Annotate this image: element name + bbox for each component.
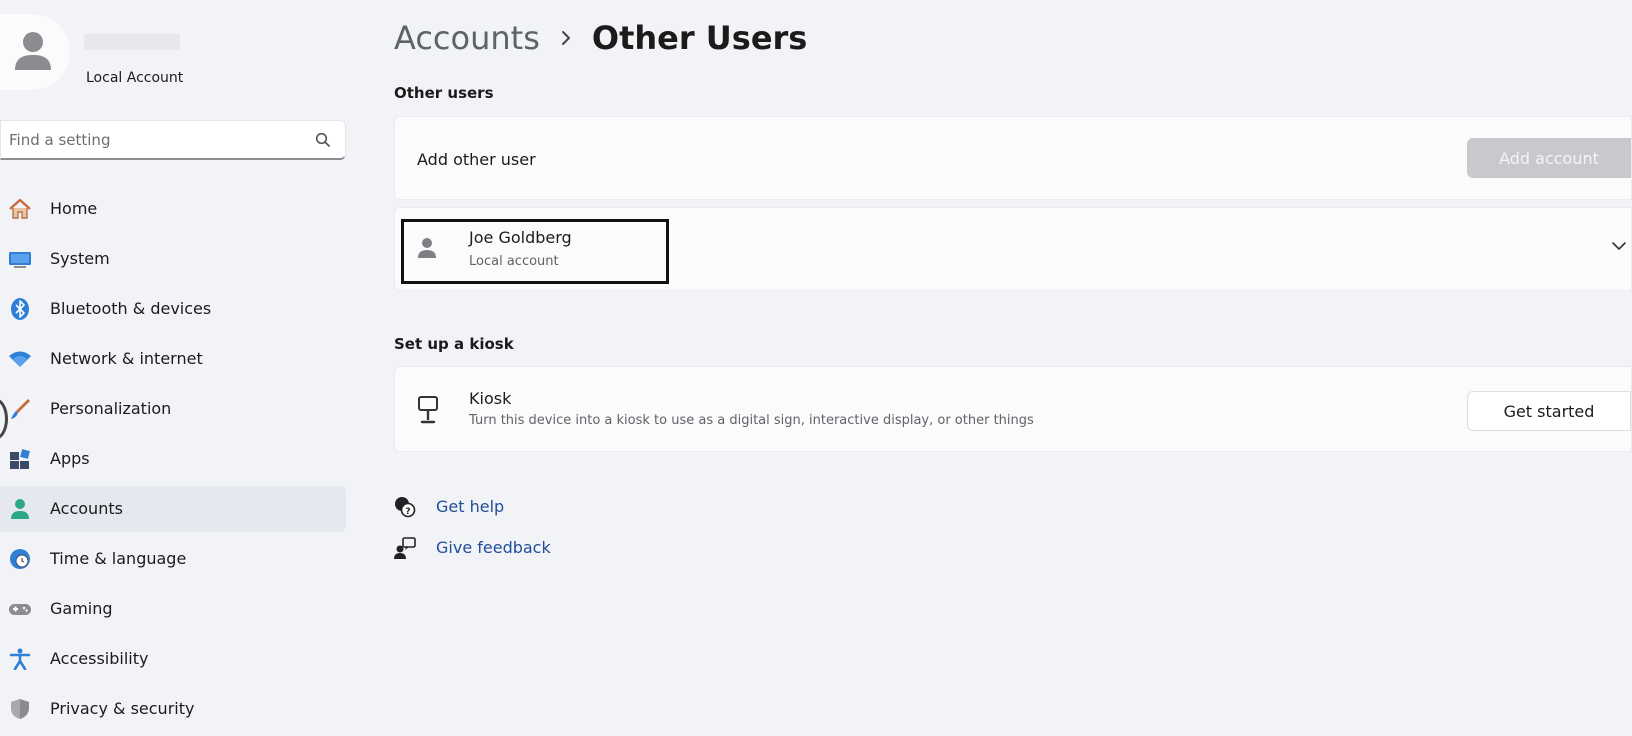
sidebar-item-network[interactable]: Network & internet [0,336,346,382]
sidebar-item-label: Apps [50,449,90,468]
kiosk-description: Turn this device into a kiosk to use as … [469,413,1034,428]
kiosk-icon [418,396,438,424]
apps-icon [10,449,30,469]
bluetooth-icon [11,298,29,320]
accounts-icon [11,499,29,519]
sidebar-item-system[interactable]: System [0,236,346,282]
add-other-user-card: Add other user Add account [394,116,1632,200]
add-account-button[interactable]: Add account [1467,138,1631,178]
add-other-user-label: Add other user [417,150,536,169]
globe-clock-icon [10,549,30,569]
give-feedback-link[interactable]: Give feedback [436,538,551,557]
sidebar-item-label: Accounts [50,499,123,518]
wifi-icon [9,351,31,367]
user-name: Joe Goldberg [469,228,572,247]
settings-window: Local Account Home [0,0,1632,736]
brush-icon [11,399,30,419]
page-title: Other Users [591,19,808,57]
user-card[interactable]: Joe Goldberg Local account [394,207,1632,291]
give-feedback-link-row[interactable]: Give feedback [394,535,654,561]
sidebar-item-accounts[interactable]: Accounts [0,486,346,532]
feedback-icon [394,537,416,559]
sidebar-item-label: System [50,249,110,268]
home-icon [9,198,31,219]
sidebar-item-label: Privacy & security [50,699,195,718]
section-title-kiosk: Set up a kiosk [394,335,514,353]
sidebar-item-label: Network & internet [50,349,203,368]
profile-account-type: Local Account [86,70,184,86]
sidebar-item-label: Time & language [50,549,187,568]
sidebar-item-privacy[interactable]: Privacy & security [0,686,346,732]
sidebar-nav: Home System Bluetooth & devices Network … [0,186,346,736]
help-icon: ? [395,497,416,518]
accessibility-icon [9,648,31,670]
sidebar-item-personalization[interactable]: Personalization [0,386,346,432]
sidebar-item-label: Accessibility [50,649,149,668]
search-box[interactable] [0,120,346,160]
chevron-right-icon [561,31,570,45]
user-account-type: Local account [469,254,559,269]
sidebar-item-accessibility[interactable]: Accessibility [0,636,346,682]
svg-text:?: ? [405,507,410,517]
get-help-link[interactable]: Get help [436,497,504,516]
kiosk-title: Kiosk [469,389,512,408]
sidebar-item-time-language[interactable]: Time & language [0,536,346,582]
profile-name-redacted [84,34,180,50]
get-help-link-row[interactable]: ? Get help [394,494,654,520]
search-input[interactable] [9,129,309,151]
system-icon [9,252,31,268]
user-avatar-icon [418,238,436,258]
chevron-down-icon[interactable] [1611,240,1627,252]
sidebar-item-label: Gaming [50,599,113,618]
sidebar-item-apps[interactable]: Apps [0,436,346,482]
sidebar-item-home[interactable]: Home [0,186,346,232]
section-title-other-users: Other users [394,84,494,102]
breadcrumb-parent[interactable]: Accounts [394,19,540,57]
breadcrumb: Accounts Other Users [394,16,807,60]
sidebar-item-label: Personalization [50,399,172,418]
kiosk-card: Kiosk Turn this device into a kiosk to u… [394,366,1632,452]
avatar [0,14,70,90]
search-icon[interactable] [315,132,331,148]
profile-header[interactable]: Local Account [0,14,340,90]
sidebar-item-gaming[interactable]: Gaming [0,586,346,632]
sidebar-item-label: Bluetooth & devices [50,299,212,318]
sidebar-item-bluetooth[interactable]: Bluetooth & devices [0,286,346,332]
gamepad-icon [9,604,31,615]
get-started-button[interactable]: Get started [1467,391,1631,431]
shield-icon [11,699,29,719]
sidebar: Local Account Home [0,0,360,736]
sidebar-item-label: Home [50,199,98,218]
main-content: Accounts Other Users Other users Add oth… [394,0,1632,736]
person-icon [15,32,51,70]
